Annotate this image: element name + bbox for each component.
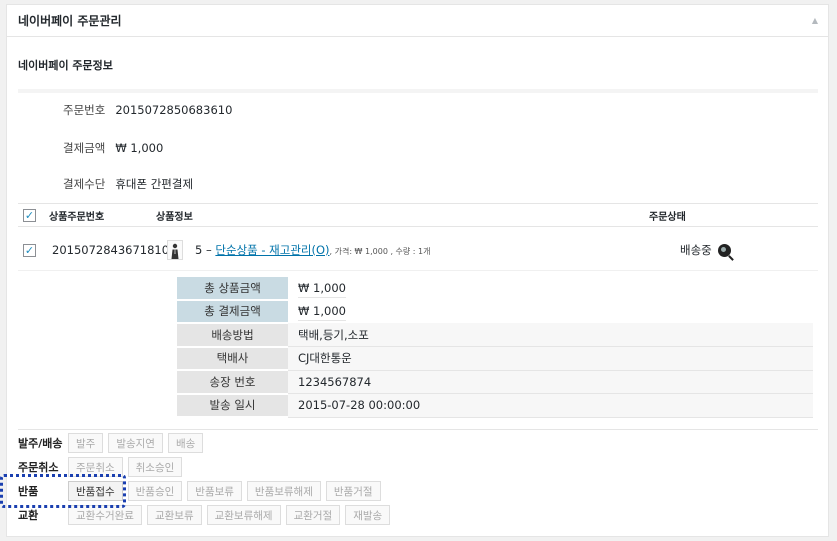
action-label-shipping: 발주/배송 bbox=[18, 437, 63, 450]
detail-label: 총 상품금액 bbox=[177, 277, 288, 301]
detail-value: 택배,등기,소포 bbox=[288, 323, 813, 347]
triangle-up-icon[interactable]: ▲ bbox=[812, 16, 818, 25]
hold-exchange-button[interactable]: 교환보류 bbox=[146, 505, 202, 525]
product-price-qty: , 가격: ₩ 1,000 , 수량 : 1개 bbox=[329, 247, 431, 256]
order-management-panel: 네이버페이 주문관리 ▲ 네이버페이 주문정보 주문번호 20150728506… bbox=[6, 4, 829, 537]
product-number: 5 – bbox=[195, 243, 216, 257]
exchange-collected-button[interactable]: 교환수거완료 bbox=[68, 505, 142, 525]
detail-row-total-product: 총 상품금액 ₩ 1,000 bbox=[177, 277, 813, 301]
reject-return-button[interactable]: 반품거절 bbox=[325, 481, 381, 501]
reship-button[interactable]: 재발송 bbox=[345, 505, 391, 525]
detail-label: 발송 일시 bbox=[177, 393, 288, 418]
detail-row-shipping-method: 배송방법 택배,등기,소포 bbox=[177, 323, 813, 348]
row-checkbox[interactable]: ✓ bbox=[23, 243, 36, 257]
action-label-exchange: 교환 bbox=[18, 509, 39, 522]
detail-row-courier: 택배사 CJ대한통운 bbox=[177, 346, 813, 371]
payment-method-value: 휴대폰 간편결제 bbox=[115, 177, 194, 191]
payment-amount-label: 결제금액 bbox=[63, 141, 106, 155]
detail-row-shipped-at: 발송 일시 2015-07-28 00:00:00 bbox=[177, 393, 813, 418]
section-divider bbox=[18, 89, 818, 93]
select-all-checkbox[interactable]: ✓ bbox=[23, 208, 36, 222]
release-exchange-hold-button[interactable]: 교환보류해제 bbox=[206, 505, 281, 525]
action-label-cancel: 주문취소 bbox=[18, 461, 59, 474]
detail-label: 총 결제금액 bbox=[177, 299, 288, 324]
release-return-hold-button[interactable]: 반품보류해제 bbox=[246, 481, 321, 501]
order-confirm-button[interactable]: 발주 bbox=[68, 433, 104, 453]
detail-label: 택배사 bbox=[177, 346, 288, 371]
detail-row-total-payment: 총 결제금액 ₩ 1,000 bbox=[177, 299, 813, 324]
col-order-status: 주문상태 bbox=[649, 211, 686, 223]
order-number-label: 주문번호 bbox=[63, 103, 106, 117]
order-detail-table: 총 상품금액 ₩ 1,000 총 결제금액 ₩ 1,000 배송방법 택배,등기… bbox=[177, 277, 813, 418]
col-product-info: 상품정보 bbox=[156, 211, 193, 223]
table-row: ✓ 2015072843671810 5 – 단순상품 - 재고관리(O), 가… bbox=[18, 230, 818, 271]
table-header: ✓ 상품주문번호 상품정보 주문상태 bbox=[18, 203, 818, 227]
product-thumbnail-icon bbox=[167, 240, 183, 260]
payment-method-row: 결제수단 휴대폰 간편결제 bbox=[63, 176, 193, 192]
order-status: 배송중 bbox=[680, 242, 732, 258]
ship-button[interactable]: 배송 bbox=[167, 433, 204, 453]
section-title: 네이버페이 주문정보 bbox=[18, 59, 113, 72]
product-order-number: 2015072843671810 bbox=[52, 243, 170, 257]
approve-return-button[interactable]: 반품승인 bbox=[127, 481, 183, 501]
detail-row-tracking-number: 송장 번호 1234567874 bbox=[177, 370, 813, 395]
return-highlight-box bbox=[0, 474, 126, 508]
reject-exchange-button[interactable]: 교환거절 bbox=[285, 505, 341, 525]
panel-header[interactable]: 네이버페이 주문관리 ▲ bbox=[7, 5, 828, 37]
payment-amount-row: 결제금액 ₩ 1,000 bbox=[63, 140, 163, 156]
payment-method-label: 결제수단 bbox=[63, 177, 106, 191]
hold-return-button[interactable]: 반품보류 bbox=[187, 481, 242, 501]
detail-value: ₩ 1,000 bbox=[298, 304, 346, 322]
action-row-shipping: 발주/배송 발주 발송지연 배송 bbox=[18, 432, 208, 454]
col-product-order-no: 상품주문번호 bbox=[49, 211, 105, 223]
detail-value: 1234567874 bbox=[288, 370, 813, 394]
panel-title: 네이버페이 주문관리 bbox=[18, 14, 122, 28]
actions-divider bbox=[18, 429, 818, 430]
payment-amount-value: ₩ 1,000 bbox=[115, 141, 164, 155]
order-number-value: 2015072850683610 bbox=[115, 103, 233, 117]
detail-value: 2015-07-28 00:00:00 bbox=[288, 393, 813, 418]
approve-cancel-button[interactable]: 취소승인 bbox=[127, 457, 183, 477]
detail-label: 송장 번호 bbox=[177, 370, 288, 395]
order-number-row: 주문번호 2015072850683610 bbox=[63, 102, 232, 118]
detail-label: 배송방법 bbox=[177, 323, 288, 348]
product-info: 5 – 단순상품 - 재고관리(O), 가격: ₩ 1,000 , 수량 : 1… bbox=[195, 242, 680, 258]
magnifier-icon[interactable] bbox=[718, 244, 732, 257]
detail-value: ₩ 1,000 bbox=[298, 281, 346, 299]
order-status-text: 배송중 bbox=[680, 243, 712, 257]
detail-value: CJ대한통운 bbox=[288, 346, 813, 371]
delay-shipping-button[interactable]: 발송지연 bbox=[108, 433, 163, 453]
product-link[interactable]: 단순상품 - 재고관리(O) bbox=[215, 243, 329, 257]
